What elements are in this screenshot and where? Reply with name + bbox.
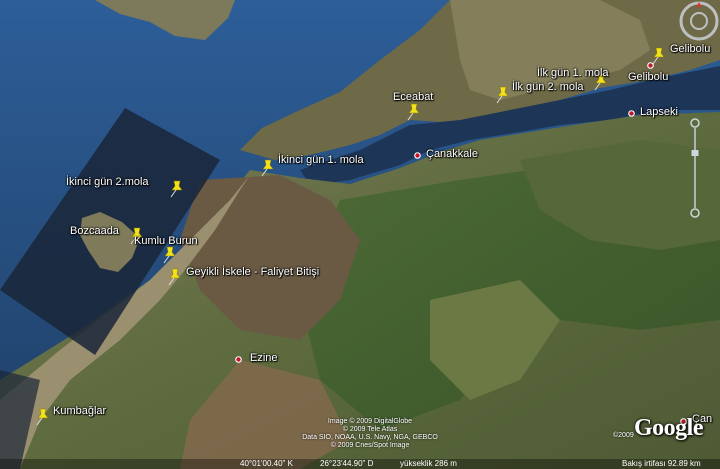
latitude-readout: 40°01'00.40" K — [240, 459, 293, 468]
label-geyikli: Geyikli İskele - Faliyet Bitişi — [186, 266, 320, 278]
town-dot-icon[interactable] — [413, 151, 422, 160]
google-logo: Google — [634, 415, 704, 441]
label-canakkale: Çanakkale — [426, 148, 478, 160]
town-dot-icon[interactable] — [234, 355, 243, 364]
label-ilk-gun-1: İlk gün 1. mola — [537, 67, 609, 79]
label-gelibolu-town: Gelibolu — [628, 71, 669, 83]
longitude-readout: 26°23'44.90" D — [320, 459, 374, 468]
label-ilk-gun-2: İlk gün 2. mola — [512, 81, 584, 93]
label-ikinci-gun-2: İkinci gün 2.mola — [66, 176, 149, 188]
copyright-text: ©2009 — [613, 432, 634, 439]
town-dot-icon[interactable] — [627, 109, 636, 118]
pushpin-icon[interactable] — [405, 103, 421, 121]
elevation-readout: yükseklik 286 m — [400, 459, 457, 468]
label-bozcaada: Bozcaada — [70, 225, 119, 237]
attribution-line-3: Data SIO, NOAA, U.S. Navy, NGA, GEBCO — [302, 434, 438, 441]
pushpin-icon[interactable] — [168, 180, 184, 198]
label-ezine: Ezine — [250, 352, 278, 364]
label-kumbaglar: Kumbağlar — [53, 405, 107, 417]
label-gelibolu-pin: Gelibolu — [670, 43, 711, 55]
pushpin-icon[interactable] — [161, 246, 177, 264]
imagery-attribution: Image © 2009 DigitalGlobe © 2009 Tele At… — [275, 418, 465, 450]
pushpin-icon[interactable] — [166, 268, 182, 286]
zoom-slider-icon[interactable] — [690, 118, 700, 218]
compass-icon[interactable] — [678, 0, 720, 42]
label-ikinci-gun-1: İkinci gün 1. mola — [278, 154, 364, 166]
pushpin-icon[interactable] — [259, 159, 275, 177]
label-lapseki: Lapseki — [640, 106, 678, 118]
label-eceabat: Eceabat — [393, 91, 434, 103]
town-dot-icon[interactable] — [646, 61, 655, 70]
map-view[interactable]: Gelibolu Gelibolu İlk gün 1. mola İlk gü… — [0, 0, 720, 469]
eye-altitude-readout: Bakış irtifası 92.89 km — [622, 459, 701, 468]
attribution-line-1: Image © 2009 DigitalGlobe — [327, 418, 413, 425]
pushpin-icon[interactable] — [494, 86, 510, 104]
status-bar: 40°01'00.40" K 26°23'44.90" D yükseklik … — [0, 459, 720, 469]
attribution-line-2: © 2009 Tele Atlas — [342, 426, 398, 433]
attribution-line-4: © 2009 Cnes/Spot Image — [330, 442, 410, 449]
pushpin-icon[interactable] — [34, 408, 50, 426]
